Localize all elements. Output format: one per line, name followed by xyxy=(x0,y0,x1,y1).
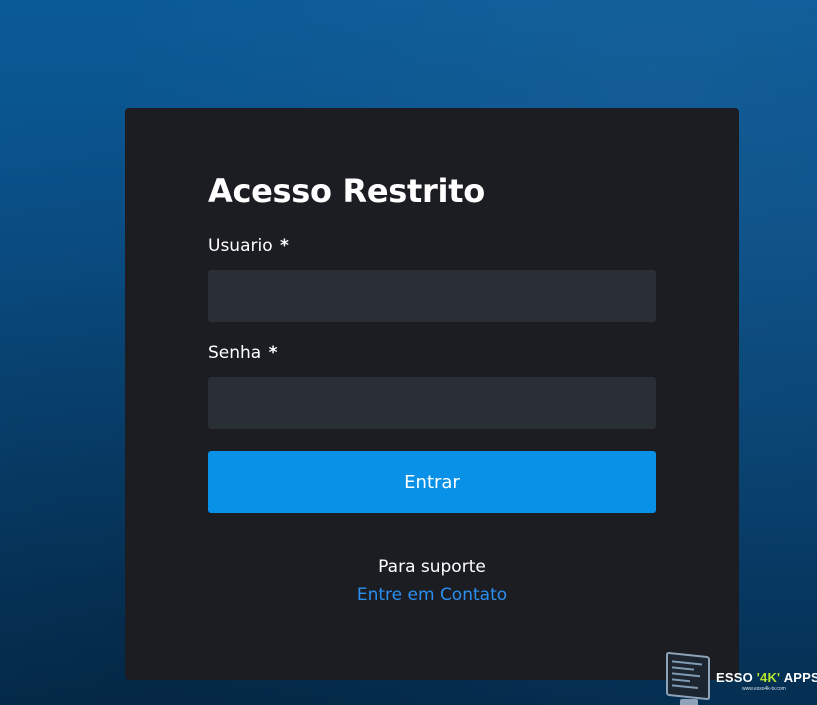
monitor-stand-icon xyxy=(680,699,698,705)
login-card: Acesso Restrito Usuario * Senha * Entrar… xyxy=(125,108,739,680)
watermark-brand-prefix: ESSO xyxy=(716,670,753,685)
username-label: Usuario * xyxy=(208,236,289,256)
monitor-icon xyxy=(666,651,710,701)
watermark-brand-accent: '4K' xyxy=(756,670,781,685)
page-title: Acesso Restrito xyxy=(208,172,485,210)
username-input[interactable] xyxy=(208,270,656,322)
watermark-brand: ESSO '4K' APPS xyxy=(716,670,817,685)
password-label-text: Senha xyxy=(208,343,262,363)
required-marker: * xyxy=(268,343,278,363)
password-input[interactable] xyxy=(208,377,656,429)
password-label: Senha * xyxy=(208,343,278,363)
username-label-text: Usuario xyxy=(208,236,273,256)
brand-watermark: ESSO '4K' APPS www.esso4k-tv.com xyxy=(664,651,817,705)
support-text: Para suporte xyxy=(378,557,486,577)
required-marker: * xyxy=(280,236,289,256)
contact-link[interactable]: Entre em Contato xyxy=(125,585,739,605)
login-button[interactable]: Entrar xyxy=(208,451,656,513)
watermark-url: www.esso4k-tv.com xyxy=(742,686,786,692)
watermark-brand-suffix: APPS xyxy=(783,670,817,685)
